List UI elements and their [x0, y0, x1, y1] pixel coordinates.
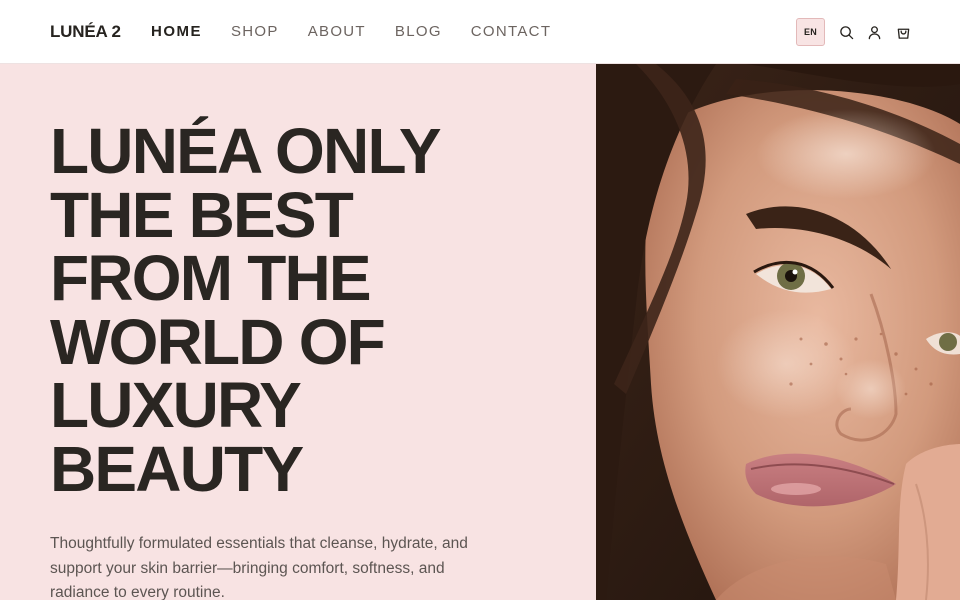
headline-line: FROM THE [50, 242, 372, 314]
nav-shop[interactable]: SHOP [231, 23, 279, 40]
nav-contact[interactable]: CONTACT [471, 23, 551, 40]
hero-description: Thoughtfully formulated essentials that … [50, 535, 468, 600]
site-header: LUNÉA 2 HOME SHOP ABOUT BLOG CONTACT EN [0, 0, 960, 64]
hero-headline: LUNÉA ONLY THE BEST FROM THE WORLD OF LU… [50, 115, 570, 505]
main-nav: HOME SHOP ABOUT BLOG CONTACT [151, 23, 580, 40]
cart-icon[interactable] [895, 24, 911, 40]
headline-line: WORLD OF [50, 305, 386, 378]
headline-line: THE BEST [50, 178, 354, 251]
headline-line: BEAUTY [50, 432, 304, 505]
hero-text-panel: LUNÉA ONLY THE BEST FROM THE WORLD OF LU… [0, 64, 596, 600]
headline-line: LUNÉA ONLY [50, 115, 442, 187]
nav-about[interactable]: ABOUT [308, 23, 366, 40]
headline-line: LUXURY [50, 369, 302, 441]
nav-home[interactable]: HOME [151, 23, 202, 40]
brand-logo[interactable]: LUNÉA 2 [50, 22, 121, 42]
nav-blog[interactable]: BLOG [395, 23, 442, 40]
hero-portrait-image [596, 64, 960, 600]
user-icon[interactable] [866, 24, 882, 40]
language-selector[interactable]: EN [796, 18, 825, 46]
search-icon[interactable] [838, 24, 854, 40]
